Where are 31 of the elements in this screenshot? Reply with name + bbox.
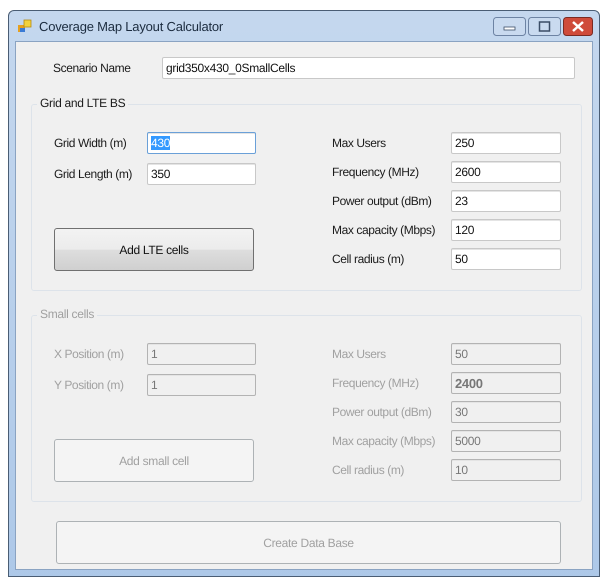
minimize-button[interactable] <box>493 17 526 36</box>
field-label: X Position (m) <box>54 347 125 361</box>
field-label: Frequency (MHz) <box>332 165 420 179</box>
input-field[interactable]: 250 <box>451 132 561 154</box>
field-label: Cell radius (m) <box>332 463 406 477</box>
field-label: Max capacity (Mbps) <box>332 434 436 448</box>
group-title: Grid and LTE BS <box>37 96 128 110</box>
field-label: Power output (dBm) <box>332 194 433 208</box>
input-field[interactable]: 50 <box>451 248 561 270</box>
input-field[interactable]: 2600 <box>451 161 561 183</box>
input-field[interactable]: 350 <box>147 163 256 185</box>
action-button[interactable]: Add LTE cells <box>54 228 254 271</box>
app-icon <box>17 18 33 34</box>
field-label: Grid Length (m) <box>54 167 134 181</box>
input-field[interactable]: 23 <box>451 190 561 212</box>
field-label: Grid Width (m) <box>54 136 128 150</box>
input-field[interactable]: 120 <box>451 219 561 241</box>
field-label: Max capacity (Mbps) <box>332 223 436 237</box>
maximize-button[interactable] <box>528 17 561 36</box>
field-label: Max Users <box>332 136 387 150</box>
field-label: Cell radius (m) <box>332 252 406 266</box>
field-label: Y Position (m) <box>54 378 125 392</box>
window-title: Coverage Map Layout Calculator <box>39 18 224 34</box>
input-field[interactable]: grid350x430_0SmallCells <box>162 57 575 79</box>
field-label: Frequency (MHz) <box>332 376 420 390</box>
field-label: Power output (dBm) <box>332 405 433 419</box>
input-field[interactable]: 430 <box>147 132 256 154</box>
field-label: Max Users <box>332 347 387 361</box>
field-label: Scenario Name <box>52 61 132 75</box>
close-button[interactable] <box>563 17 593 36</box>
group-title: Small cells <box>37 307 98 321</box>
